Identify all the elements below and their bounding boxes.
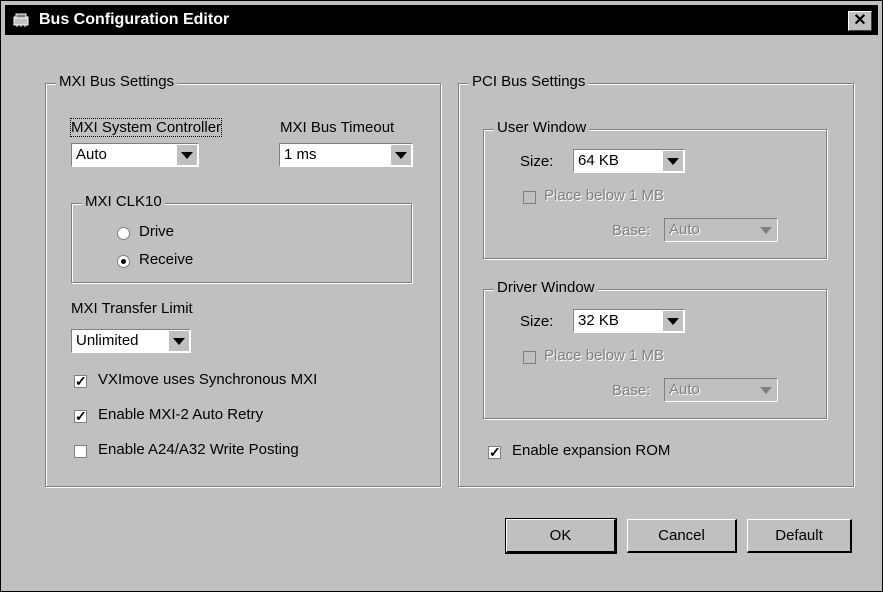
mxi-clk10-legend: MXI CLK10 bbox=[82, 193, 165, 210]
user-size-value: 64 KB bbox=[578, 152, 619, 169]
driver-size-label: Size: bbox=[520, 313, 554, 330]
window-title: Bus Configuration Editor bbox=[39, 11, 230, 28]
user-base-select: Auto bbox=[664, 218, 778, 242]
user-window-legend: User Window bbox=[494, 119, 590, 136]
vximove-label[interactable]: VXImove uses Synchronous MXI bbox=[98, 371, 317, 388]
mxi-system-controller-label: MXI System Controller bbox=[69, 118, 223, 137]
check-icon: ✓ bbox=[75, 408, 87, 424]
driver-window-group: Driver Window Size: 32 KB Place below 1 … bbox=[483, 279, 827, 419]
auto-retry-checkbox[interactable]: ✓ bbox=[74, 408, 87, 424]
user-place-below-checkbox bbox=[523, 191, 536, 204]
user-place-below-label: Place below 1 MB bbox=[544, 187, 665, 204]
write-posting-checkbox[interactable] bbox=[74, 445, 87, 458]
vximove-checkbox[interactable]: ✓ bbox=[74, 373, 87, 389]
driver-window-legend: Driver Window bbox=[494, 279, 598, 296]
expansion-rom-checkbox[interactable]: ✓ bbox=[488, 444, 501, 460]
driver-size-value: 32 KB bbox=[578, 312, 619, 329]
driver-base-value: Auto bbox=[669, 381, 700, 398]
check-icon: ✓ bbox=[75, 373, 87, 389]
driver-place-below-label: Place below 1 MB bbox=[544, 347, 665, 364]
mxi-transfer-limit-value: Unlimited bbox=[76, 332, 139, 349]
title-bar[interactable]: Bus Configuration Editor ✕ bbox=[5, 5, 878, 35]
user-size-label: Size: bbox=[520, 153, 554, 170]
close-icon: ✕ bbox=[853, 12, 867, 29]
mxi-system-controller-value: Auto bbox=[76, 146, 107, 163]
chevron-down-icon[interactable] bbox=[391, 145, 411, 165]
user-size-select[interactable]: 64 KB bbox=[573, 149, 685, 173]
ok-button[interactable]: OK bbox=[505, 518, 617, 554]
chevron-down-icon[interactable] bbox=[663, 311, 683, 331]
driver-size-select[interactable]: 32 KB bbox=[573, 309, 685, 333]
radio-selected-dot bbox=[121, 259, 126, 264]
write-posting-label[interactable]: Enable A24/A32 Write Posting bbox=[98, 441, 299, 458]
driver-place-below-checkbox bbox=[523, 351, 536, 364]
expansion-rom-label[interactable]: Enable expansion ROM bbox=[512, 442, 670, 459]
default-button[interactable]: Default bbox=[747, 519, 852, 553]
check-icon: ✓ bbox=[489, 444, 501, 460]
pci-bus-settings-legend: PCI Bus Settings bbox=[469, 73, 589, 90]
mxi-system-controller-select[interactable]: Auto bbox=[71, 143, 199, 167]
mxi-transfer-limit-select[interactable]: Unlimited bbox=[71, 329, 191, 353]
chevron-down-icon bbox=[756, 220, 776, 240]
chevron-down-icon[interactable] bbox=[169, 331, 189, 351]
chevron-down-icon[interactable] bbox=[177, 145, 197, 165]
chevron-down-icon[interactable] bbox=[663, 151, 683, 171]
drive-radio[interactable] bbox=[117, 227, 130, 240]
bus-config-icon bbox=[13, 13, 29, 27]
mxi-bus-settings-legend: MXI Bus Settings bbox=[56, 73, 178, 90]
user-base-value: Auto bbox=[669, 221, 700, 238]
dialog-body: MXI Bus Settings MXI System Controller A… bbox=[5, 37, 878, 587]
mxi-bus-settings-group: MXI Bus Settings MXI System Controller A… bbox=[45, 73, 441, 487]
mxi-transfer-limit-label: MXI Transfer Limit bbox=[71, 300, 193, 317]
mxi-bus-timeout-label: MXI Bus Timeout bbox=[280, 119, 395, 136]
receive-label[interactable]: Receive bbox=[139, 251, 193, 268]
chevron-down-icon bbox=[756, 380, 776, 400]
cancel-button[interactable]: Cancel bbox=[627, 519, 737, 553]
auto-retry-label[interactable]: Enable MXI-2 Auto Retry bbox=[98, 406, 263, 423]
user-window-group: User Window Size: 64 KB Place below 1 MB… bbox=[483, 119, 827, 259]
mxi-clk10-group: MXI CLK10 Drive Receive bbox=[71, 193, 412, 283]
drive-label[interactable]: Drive bbox=[139, 223, 174, 240]
mxi-bus-timeout-value: 1 ms bbox=[284, 146, 317, 163]
user-base-label: Base: bbox=[612, 222, 651, 239]
bus-configuration-editor-window: Bus Configuration Editor ✕ MXI Bus Setti… bbox=[0, 0, 883, 592]
mxi-bus-timeout-select[interactable]: 1 ms bbox=[279, 143, 413, 167]
pci-bus-settings-group: PCI Bus Settings User Window Size: 64 KB… bbox=[458, 73, 854, 487]
close-button[interactable]: ✕ bbox=[848, 11, 872, 31]
receive-radio[interactable] bbox=[117, 255, 130, 268]
driver-base-label: Base: bbox=[612, 382, 651, 399]
driver-base-select: Auto bbox=[664, 378, 778, 402]
